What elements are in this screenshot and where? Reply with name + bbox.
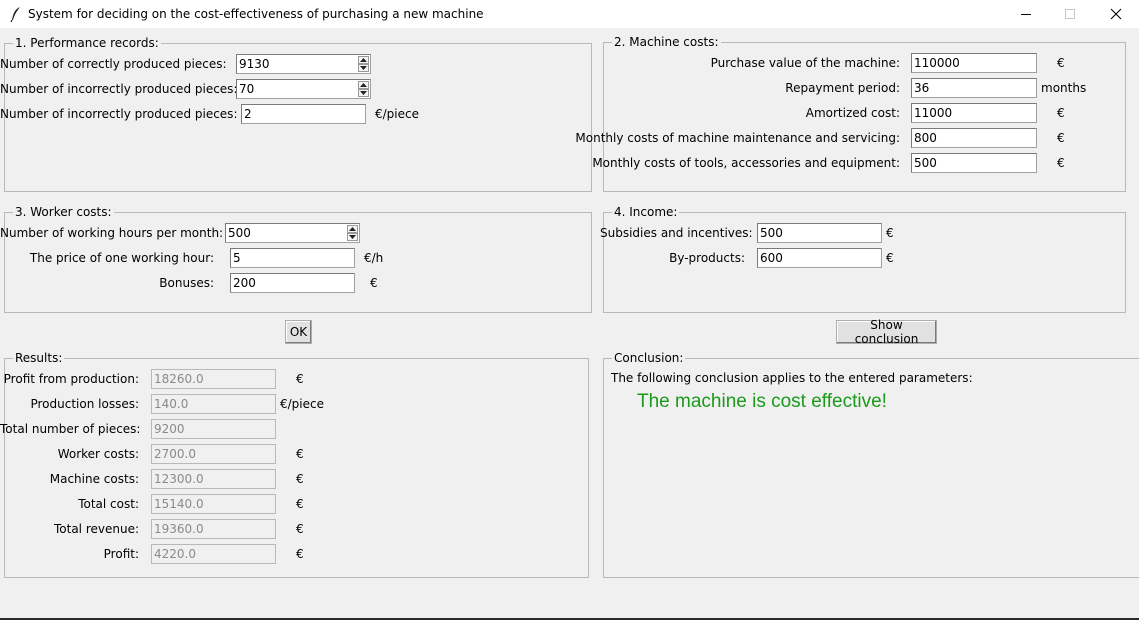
result-unit: € (296, 447, 304, 461)
result-label: Profit: (103, 547, 139, 561)
bonuses-input[interactable] (230, 273, 355, 293)
result-unit: € (296, 472, 304, 486)
subsidies-unit: € (886, 226, 894, 240)
spin-down-button[interactable] (347, 233, 358, 241)
result-label: Total revenue: (53, 522, 139, 536)
bonuses-unit: € (370, 276, 378, 290)
caret-down-icon (360, 91, 367, 95)
tools-costs-label: Monthly costs of tools, accessories and … (592, 156, 900, 170)
result-unit: € (296, 497, 304, 511)
close-icon (1110, 8, 1122, 20)
result-value (151, 544, 276, 564)
purchase-value-input[interactable] (911, 53, 1037, 73)
repayment-period-label: Repayment period: (785, 81, 900, 95)
repayment-period-input[interactable] (911, 78, 1037, 98)
performance-legend: 1. Performance records: (13, 36, 161, 50)
result-value (151, 394, 276, 414)
bonuses-label: Bonuses: (159, 276, 214, 290)
result-label: Profit from production: (3, 372, 139, 386)
result-label: Production losses: (30, 397, 139, 411)
minimize-button[interactable] (1003, 0, 1049, 28)
hour-price-unit: €/h (364, 251, 384, 265)
subsidies-input[interactable] (757, 223, 882, 243)
window-title: System for deciding on the cost-effectiv… (28, 7, 484, 21)
conclusion-verdict: The machine is cost effective! (637, 391, 887, 412)
result-label: Total number of pieces: (0, 422, 141, 436)
working-hours-label: Number of working hours per month: (0, 226, 224, 240)
subsidies-label: Subsidies and incentives: (600, 226, 753, 240)
caret-up-icon (360, 83, 367, 87)
result-unit: € (296, 372, 304, 386)
conclusion-legend: Conclusion: (612, 351, 686, 365)
tools-costs-unit: € (1057, 156, 1065, 170)
incorrect-pieces-input[interactable] (237, 80, 361, 98)
maintenance-costs-label: Monthly costs of machine maintenance and… (575, 131, 900, 145)
caret-up-icon (360, 58, 367, 62)
correct-pieces-spinbox[interactable] (236, 54, 371, 74)
result-value (151, 419, 276, 439)
result-label: Machine costs: (49, 472, 139, 486)
maintenance-costs-input[interactable] (911, 128, 1037, 148)
byproducts-unit: € (886, 251, 894, 265)
byproducts-label: By-products: (669, 251, 745, 265)
result-label: Total cost: (78, 497, 139, 511)
result-value (151, 444, 276, 464)
result-value (151, 369, 276, 389)
working-hours-input[interactable] (226, 224, 350, 242)
show-conclusion-button[interactable]: Show conclusion (836, 318, 937, 346)
result-unit: € (296, 547, 304, 561)
byproducts-input[interactable] (757, 248, 882, 268)
result-value (151, 469, 276, 489)
amortized-cost-label: Amortized cost: (805, 106, 900, 120)
conclusion-intro: The following conclusion applies to the … (611, 371, 973, 385)
spin-down-button[interactable] (358, 89, 369, 97)
maintenance-costs-unit: € (1057, 131, 1065, 145)
incorrect-cost-input[interactable] (241, 104, 366, 124)
result-unit: €/piece (280, 397, 324, 411)
minimize-icon (1021, 14, 1031, 15)
income-legend: 4. Income: (612, 205, 680, 219)
correct-pieces-label: Number of correctly produced pieces: (0, 57, 227, 71)
caret-up-icon (349, 227, 356, 231)
spin-up-button[interactable] (358, 81, 369, 89)
title-bar: System for deciding on the cost-effectiv… (0, 0, 1139, 28)
result-value (151, 519, 276, 539)
machine-legend: 2. Machine costs: (612, 35, 721, 49)
incorrect-pieces-spinbox[interactable] (236, 79, 371, 99)
spin-down-button[interactable] (358, 64, 369, 72)
incorrect-cost-unit: €/piece (375, 107, 419, 121)
tools-costs-input[interactable] (911, 153, 1037, 173)
ok-button[interactable]: OK (285, 320, 312, 344)
maximize-icon (1065, 9, 1075, 19)
result-value (151, 494, 276, 514)
repayment-period-unit: months (1041, 81, 1087, 95)
result-label: Worker costs: (57, 447, 139, 461)
amortized-cost-unit: € (1057, 106, 1065, 120)
working-hours-spinbox[interactable] (225, 223, 360, 243)
correct-pieces-input[interactable] (237, 55, 361, 73)
feather-icon (10, 7, 20, 22)
result-unit: € (296, 522, 304, 536)
worker-legend: 3. Worker costs: (13, 205, 114, 219)
incorrect-pieces-label: Number of incorrectly produced pieces: (0, 82, 238, 96)
hour-price-label: The price of one working hour: (29, 251, 214, 265)
caret-down-icon (349, 235, 356, 239)
hour-price-input[interactable] (230, 248, 355, 268)
incorrect-cost-label: Number of incorrectly produced pieces: (0, 107, 238, 121)
purchase-value-unit: € (1057, 56, 1065, 70)
close-button[interactable] (1093, 0, 1139, 28)
spin-up-button[interactable] (347, 225, 358, 233)
spin-up-button[interactable] (358, 56, 369, 64)
amortized-cost-input[interactable] (911, 103, 1037, 123)
purchase-value-label: Purchase value of the machine: (710, 56, 900, 70)
caret-down-icon (360, 66, 367, 70)
maximize-button[interactable] (1047, 0, 1093, 28)
results-legend: Results: (13, 351, 65, 365)
